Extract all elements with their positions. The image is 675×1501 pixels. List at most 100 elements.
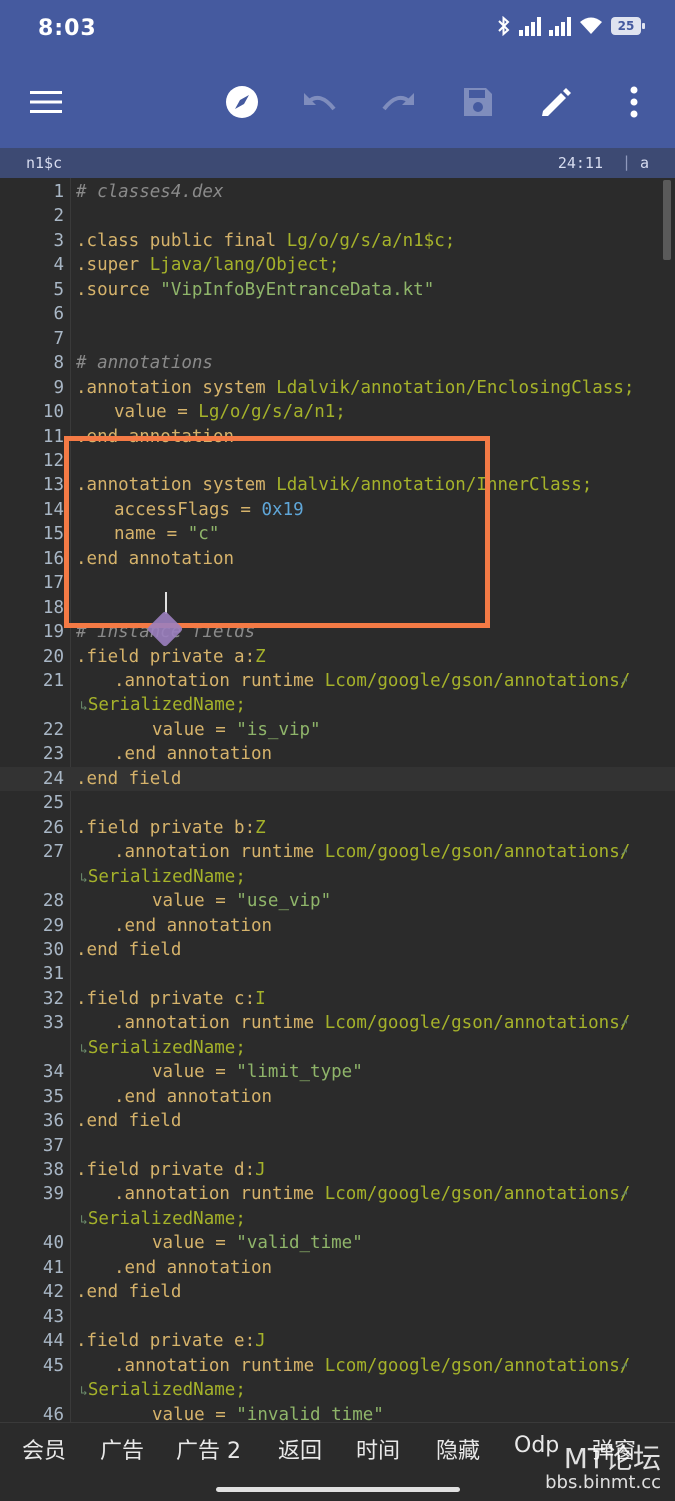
code-line[interactable]: 40 value = "valid_time": [0, 1231, 675, 1255]
line-number: 10: [42, 402, 64, 423]
code-line[interactable]: 27 .annotation runtime Lcom/google/gson/a…: [0, 840, 675, 864]
line-number: 36: [42, 1111, 64, 1132]
code-line-wrapped[interactable]: ↳SerializedName;: [0, 1207, 675, 1231]
code-text: ↳SerializedName;: [80, 1207, 246, 1233]
quick-button[interactable]: 隐藏: [436, 1433, 480, 1465]
code-line[interactable]: 46 value = "invalid_time": [0, 1403, 675, 1423]
line-number: 35: [42, 1086, 64, 1107]
code-line[interactable]: 33 .annotation runtime Lcom/google/gson/a…: [0, 1011, 675, 1035]
code-line[interactable]: 7: [0, 327, 675, 351]
signal-1-icon: [519, 16, 541, 36]
code-line[interactable]: 37: [0, 1134, 675, 1158]
code-line[interactable]: 1 # classes4.dex: [0, 180, 675, 204]
line-number: 20: [42, 646, 64, 667]
code-value: "VipInfoByEntranceData.kt": [160, 279, 435, 300]
code-text: ↳SerializedName;: [80, 1378, 246, 1404]
code-text: value = "invalid_time": [152, 1403, 384, 1423]
quick-button[interactable]: 返回: [278, 1433, 322, 1465]
line-number: 5: [53, 279, 64, 300]
code-value: SerializedName;: [87, 866, 246, 887]
code-line[interactable]: 30 .end field: [0, 938, 675, 962]
code-line[interactable]: 21 .annotation runtime Lcom/google/gson/a…: [0, 669, 675, 693]
code-text: value = Lg/o/g/s/a/n1;: [114, 400, 346, 424]
cursor-position[interactable]: 24:11: [558, 154, 603, 172]
quick-button[interactable]: 广告: [100, 1433, 144, 1465]
code-line[interactable]: 34 value = "limit_type": [0, 1060, 675, 1084]
bluetooth-icon: [498, 16, 510, 36]
code-value: Ldalvik/annotation/EnclosingClass;: [276, 377, 635, 398]
code-line[interactable]: 35 .end annotation: [0, 1085, 675, 1109]
code-line[interactable]: 23 .end annotation: [0, 742, 675, 766]
code-keyword: .end annotation: [114, 1086, 273, 1107]
code-line[interactable]: 5 .source "VipInfoByEntranceData.kt": [0, 278, 675, 302]
code-line-wrapped[interactable]: ↳SerializedName;: [0, 865, 675, 889]
code-line[interactable]: 20 .field private a:Z: [0, 645, 675, 669]
code-line[interactable]: 8 # annotations: [0, 351, 675, 375]
hamburger-menu-icon[interactable]: [24, 80, 68, 124]
code-keyword: .field private e:: [76, 1331, 256, 1352]
code-line-wrapped[interactable]: ↳SerializedName;: [0, 1378, 675, 1402]
line-number: 3: [53, 230, 64, 251]
code-line[interactable]: 36 .end field: [0, 1109, 675, 1133]
line-number: 45: [42, 1355, 64, 1376]
line-number: 9: [53, 377, 64, 398]
line-number: 23: [42, 744, 64, 765]
line-number: 1: [53, 182, 64, 202]
line-number: 12: [42, 450, 64, 471]
code-text: .super Ljava/lang/Object;: [76, 253, 339, 277]
code-line[interactable]: 43: [0, 1305, 675, 1329]
code-keyword: .end field: [76, 768, 182, 789]
quick-button[interactable]: 时间: [356, 1433, 400, 1465]
code-text: value = "is_vip": [152, 718, 321, 742]
code-value: Lg/o/g/s/a/n1;: [198, 402, 346, 423]
save-icon[interactable]: [456, 80, 500, 124]
code-keyword: value =: [152, 1404, 237, 1423]
line-number: 26: [42, 817, 64, 838]
gesture-handle[interactable]: [216, 1487, 460, 1492]
code-keyword: .end field: [76, 1111, 182, 1132]
code-line[interactable]: 45 .annotation runtime Lcom/google/gson/a…: [0, 1354, 675, 1378]
code-keyword: value =: [152, 1062, 237, 1083]
code-line[interactable]: 42 .end field: [0, 1280, 675, 1304]
quick-button[interactable]: 广告 2: [176, 1433, 241, 1465]
status-icons: 25: [497, 16, 645, 36]
edit-mode[interactable]: a: [640, 154, 649, 172]
code-line[interactable]: 2: [0, 204, 675, 228]
code-line-wrapped[interactable]: ↳SerializedName;: [0, 693, 675, 717]
quick-button[interactable]: Odp: [514, 1433, 559, 1458]
code-line[interactable]: 25: [0, 791, 675, 815]
code-line[interactable]: 6: [0, 302, 675, 326]
code-line[interactable]: 41 .end annotation: [0, 1256, 675, 1280]
wrap-continue-icon: ↳: [80, 699, 88, 715]
code-line[interactable]: 28 value = "use_vip": [0, 889, 675, 913]
redo-icon[interactable]: [376, 80, 420, 124]
edit-icon[interactable]: [534, 80, 578, 124]
code-line[interactable]: 44 .field private e:J: [0, 1329, 675, 1353]
code-line[interactable]: 22 value = "is_vip": [0, 718, 675, 742]
more-vert-icon[interactable]: [612, 80, 656, 124]
code-line[interactable]: 38 .field private d:J: [0, 1158, 675, 1182]
code-line[interactable]: 3 .class public final Lg/o/g/s/a/n1$c;: [0, 229, 675, 253]
code-line[interactable]: 4 .super Ljava/lang/Object;: [0, 253, 675, 277]
code-line-wrapped[interactable]: ↳SerializedName;: [0, 1036, 675, 1060]
compass-icon[interactable]: [220, 80, 264, 124]
code-line[interactable]: 9 .annotation system Ldalvik/annotation/E…: [0, 376, 675, 400]
code-keyword: .class public final: [76, 230, 287, 251]
line-number: 46: [42, 1404, 64, 1423]
code-line[interactable]: 39 .annotation runtime Lcom/google/gson/a…: [0, 1182, 675, 1206]
quick-button[interactable]: 会员: [22, 1433, 66, 1465]
code-editor[interactable]: 1 # classes4.dex 2 3 .class public final Lg/…: [0, 178, 675, 1422]
code-line[interactable]: 31: [0, 962, 675, 986]
code-text: .field private a:Z: [76, 645, 266, 669]
file-name[interactable]: n1$c: [26, 154, 62, 172]
line-number: 25: [42, 793, 64, 814]
code-line[interactable]: 24 .end field: [0, 766, 675, 792]
code-keyword: value =: [152, 719, 237, 740]
code-line[interactable]: 10 value = Lg/o/g/s/a/n1;: [0, 400, 675, 424]
code-text: .end annotation: [114, 1085, 272, 1109]
code-line[interactable]: 32 .field private c:I: [0, 987, 675, 1011]
code-line[interactable]: 26 .field private b:Z: [0, 816, 675, 840]
undo-icon[interactable]: [298, 80, 342, 124]
code-line[interactable]: 29 .end annotation: [0, 914, 675, 938]
wrap-continue-icon: ↳: [80, 1384, 88, 1400]
